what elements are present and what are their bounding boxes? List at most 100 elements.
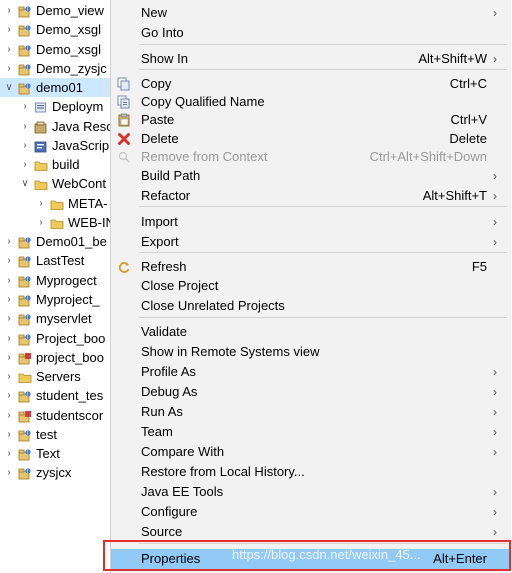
menu-item-copy[interactable]: Copy Ctrl+C — [111, 74, 511, 94]
chevron-right-icon[interactable]: › — [4, 232, 14, 251]
chevron-right-icon[interactable]: › — [4, 309, 14, 328]
menu-item-build-path[interactable]: Build Path › — [111, 166, 511, 186]
tree-item-label: studentscor — [36, 408, 104, 423]
tree-item-7[interactable]: › JavaScrip — [0, 136, 112, 155]
tree-item-label: Demo01_be — [36, 234, 107, 249]
chevron-right-icon[interactable]: › — [20, 136, 30, 155]
refresh-icon — [117, 260, 131, 274]
menu-item-compare-with[interactable]: Compare With › — [111, 442, 511, 462]
tree-item-label: project_boo — [36, 350, 104, 365]
chevron-right-icon[interactable]: › — [4, 425, 14, 444]
menu-item-show-in-remote-systems-view[interactable]: Show in Remote Systems view — [111, 342, 511, 362]
svg-text:J: J — [26, 84, 28, 89]
chevron-right-icon[interactable]: › — [4, 271, 14, 290]
chevron-right-icon[interactable]: › — [4, 1, 14, 20]
menu-item-refresh[interactable]: Refresh F5 — [111, 257, 511, 277]
chevron-right-icon[interactable]: › — [4, 463, 14, 482]
menu-item-source[interactable]: Source › — [111, 522, 511, 542]
tree-item-10[interactable]: › META- — [0, 194, 112, 213]
tree-item-4[interactable]: ∨ Jdemo01 — [0, 78, 112, 97]
menu-item-label: Validate — [141, 324, 188, 339]
chevron-right-icon[interactable]: › — [4, 444, 14, 463]
svg-text:J: J — [26, 238, 28, 243]
chevron-right-icon[interactable]: › — [4, 406, 14, 425]
tree-item-19[interactable]: › Servers — [0, 367, 112, 386]
project-icon: J — [18, 293, 32, 307]
menu-item-label: Source — [141, 524, 183, 539]
menu-item-import[interactable]: Import › — [111, 212, 511, 232]
tree-item-21[interactable]: › studentscor — [0, 406, 112, 425]
chevron-right-icon[interactable]: › — [4, 329, 14, 348]
menu-item-debug-as[interactable]: Debug As › — [111, 382, 511, 402]
tree-item-6[interactable]: › Java Resc — [0, 117, 112, 136]
chevron-right-icon[interactable]: › — [4, 20, 14, 39]
menu-item-delete[interactable]: Delete Delete — [111, 129, 511, 149]
tree-item-16[interactable]: › Jmyservlet — [0, 309, 112, 328]
tree-item-label: META- — [68, 196, 108, 211]
project-icon: J — [18, 274, 32, 288]
chevron-right-icon[interactable]: › — [4, 251, 14, 270]
project-error-icon — [18, 409, 32, 423]
menu-separator — [139, 317, 507, 318]
menu-item-go-into[interactable]: Go Into — [111, 23, 511, 43]
menu-item-validate[interactable]: Validate — [111, 322, 511, 342]
tree-item-12[interactable]: › J Demo01_be — [0, 232, 112, 251]
tree-item-13[interactable]: › J LastTest — [0, 251, 112, 270]
chevron-right-icon[interactable]: › — [36, 213, 46, 232]
menu-item-restore-from-local-history[interactable]: Restore from Local History... — [111, 462, 511, 482]
tree-item-24[interactable]: › Jzysjcx — [0, 463, 112, 482]
chevron-right-icon[interactable]: › — [4, 386, 14, 405]
menu-item-refactor[interactable]: Refactor Alt+Shift+T › — [111, 186, 511, 206]
menu-item-run-as[interactable]: Run As › — [111, 402, 511, 422]
chevron-right-icon[interactable]: › — [4, 348, 14, 367]
menu-item-new[interactable]: New › — [111, 3, 511, 23]
tree-item-label: build — [52, 157, 80, 172]
chevron-right-icon[interactable]: › — [4, 59, 14, 78]
menu-item-profile-as[interactable]: Profile As › — [111, 362, 511, 382]
menu-item-show-in[interactable]: Show In Alt+Shift+W › — [111, 49, 511, 69]
menu-item-export[interactable]: Export › — [111, 232, 511, 252]
chevron-right-icon[interactable]: › — [4, 290, 14, 309]
tree-item-22[interactable]: › Jtest — [0, 425, 112, 444]
tree-item-8[interactable]: › build — [0, 155, 112, 174]
tree-item-0[interactable]: › J Demo_view — [0, 1, 112, 20]
chevron-right-icon[interactable]: › — [4, 367, 14, 386]
menu-item-configure[interactable]: Configure › — [111, 502, 511, 522]
menu-separator — [139, 44, 507, 45]
chevron-down-icon[interactable]: ∨ — [4, 78, 14, 97]
tree-item-20[interactable]: › Jstudent_tes — [0, 386, 112, 405]
menu-item-close-project[interactable]: Close Project — [111, 276, 511, 296]
tree-item-label: Deploym — [52, 99, 104, 114]
menu-item-team[interactable]: Team › — [111, 422, 511, 442]
chevron-right-icon[interactable]: › — [20, 117, 30, 136]
menu-item-label: New — [141, 5, 168, 20]
chevron-right-icon[interactable]: › — [36, 194, 46, 213]
chevron-right-icon[interactable]: › — [20, 97, 30, 116]
menu-item-java-ee-tools[interactable]: Java EE Tools › — [111, 482, 511, 502]
project-icon: J — [18, 23, 32, 37]
tree-item-label: Demo_zysjc — [36, 61, 107, 76]
tree-item-15[interactable]: › J Myproject_ — [0, 290, 112, 309]
menu-item-copy-qualified-name[interactable]: Copy Qualified Name — [111, 92, 511, 112]
tree-item-11[interactable]: › WEB-IN — [0, 213, 112, 232]
tree-item-17[interactable]: › J Project_boo — [0, 329, 112, 348]
javascript-icon — [34, 139, 48, 153]
java-resources-icon — [34, 120, 48, 134]
tree-item-2[interactable]: › J Demo_xsgl — [0, 40, 112, 59]
tree-item-9[interactable]: ∨ WebCont — [0, 174, 112, 193]
tree-item-1[interactable]: › J Demo_xsgl — [0, 20, 112, 39]
menu-item-close-unrelated-projects[interactable]: Close Unrelated Projects — [111, 296, 511, 316]
chevron-down-icon[interactable]: ∨ — [20, 174, 30, 193]
tree-item-14[interactable]: › J Myprogect — [0, 271, 112, 290]
chevron-right-icon[interactable]: › — [20, 155, 30, 174]
chevron-right-icon[interactable]: › — [4, 40, 14, 59]
tree-item-18[interactable]: › project_boo — [0, 348, 112, 367]
tree-item-3[interactable]: › J Demo_zysjc — [0, 59, 112, 78]
copy-icon — [117, 77, 131, 91]
tree-item-5[interactable]: › Deploym — [0, 97, 112, 116]
tree-item-label: Text — [36, 446, 60, 461]
tree-item-23[interactable]: › J Text — [0, 444, 112, 463]
menu-item-label: Remove from Context — [141, 149, 268, 164]
menu-item-paste[interactable]: Paste Ctrl+V — [111, 110, 511, 130]
tree-item-label: WebCont — [52, 176, 106, 191]
